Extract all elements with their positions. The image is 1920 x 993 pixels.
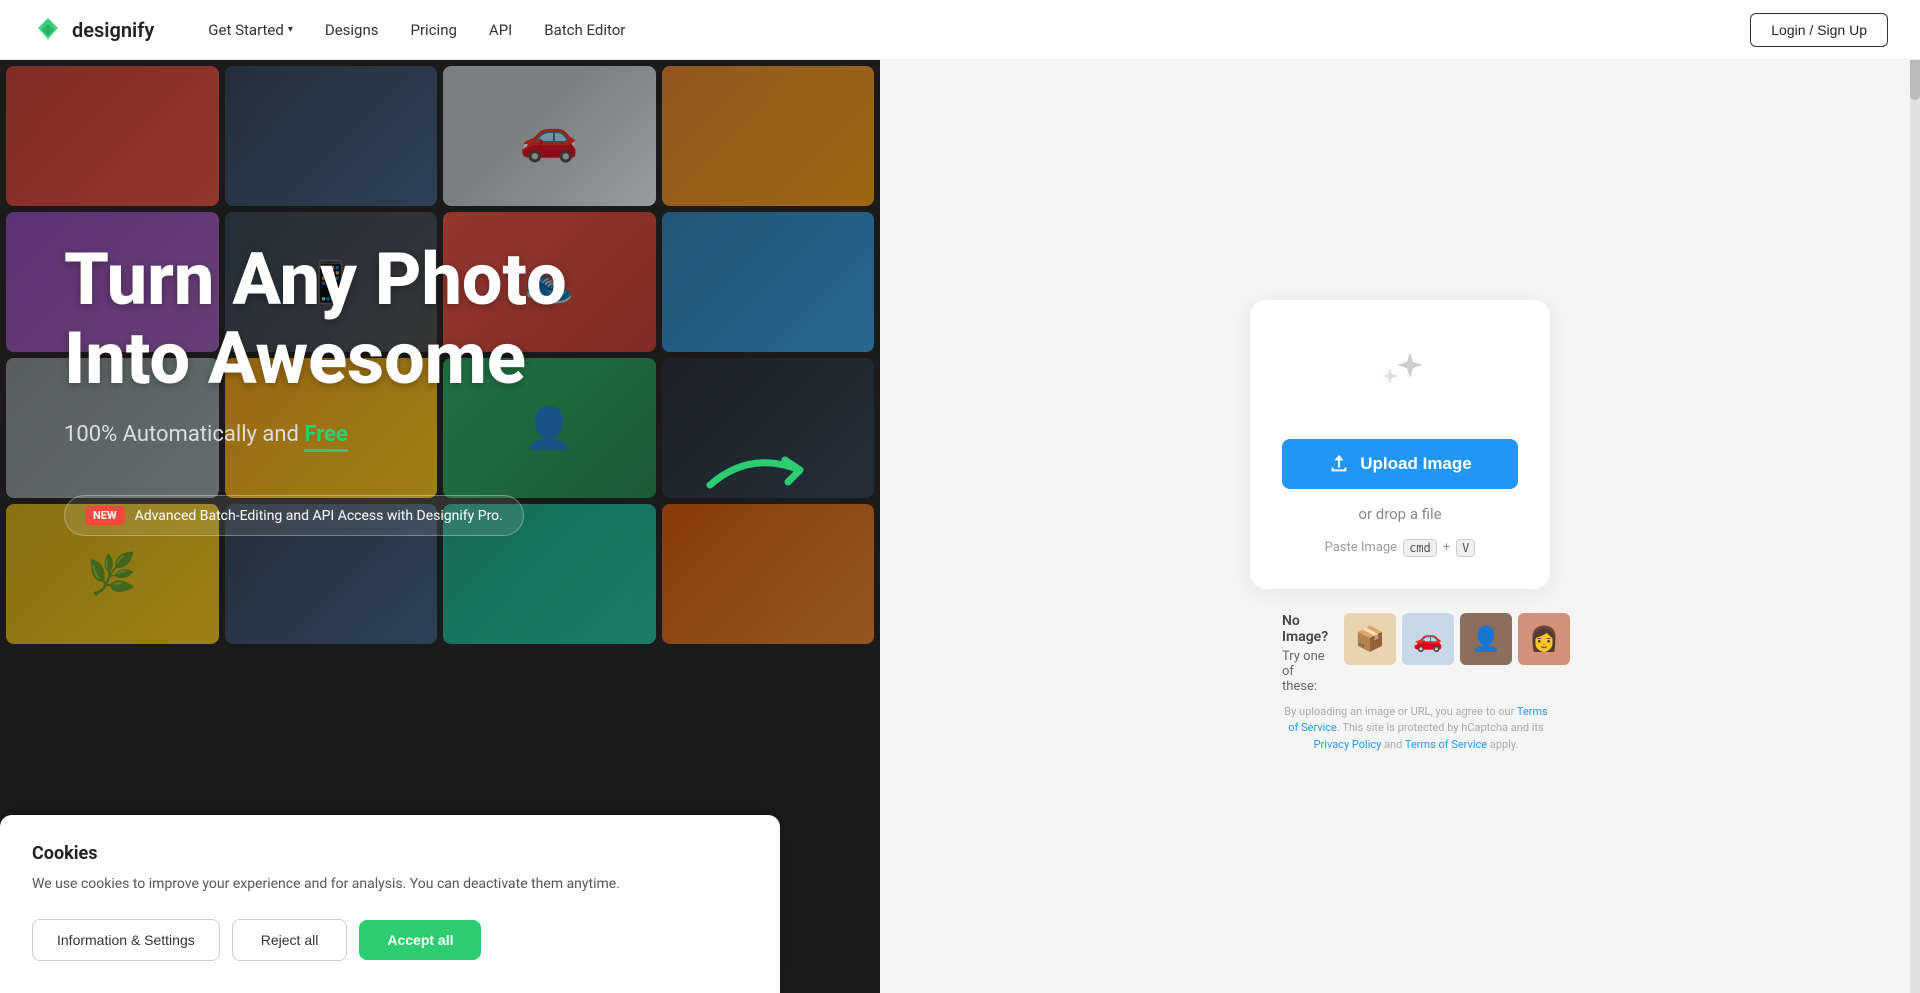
grid-cell	[662, 212, 875, 352]
cookie-description: We use cookies to improve your experienc…	[32, 874, 748, 895]
no-image-subtitle: Try one of these:	[1282, 649, 1328, 694]
upload-icon	[1328, 453, 1350, 475]
sample-images-section: No Image? Try one of these: 📦 🚗 👤 👩 By u…	[1250, 613, 1550, 754]
new-badge: NEW	[85, 506, 125, 525]
sample-thumb-4[interactable]: 👩	[1518, 613, 1570, 665]
grid-cell	[443, 66, 656, 206]
nav-batch-editor[interactable]: Batch Editor	[530, 13, 639, 47]
grid-cell	[662, 66, 875, 206]
nav-get-started[interactable]: Get Started ▾	[194, 13, 307, 47]
navbar: designify Get Started ▾ Designs Pricing …	[0, 0, 1920, 60]
cookie-accept-button[interactable]: Accept all	[359, 920, 481, 960]
sample-thumbs: 📦 🚗 👤 👩	[1344, 613, 1570, 665]
upload-btn-label: Upload Image	[1360, 454, 1471, 474]
nav-links: Get Started ▾ Designs Pricing API Batch …	[194, 13, 1750, 47]
nav-api[interactable]: API	[475, 13, 526, 47]
grid-cell	[6, 66, 219, 206]
hero-right-panel: Upload Image or drop a file Paste Image …	[880, 60, 1920, 993]
sample-thumb-1[interactable]: 📦	[1344, 613, 1396, 665]
grid-cell	[662, 504, 875, 644]
hero-title: Turn Any Photo Into Awesome	[64, 240, 567, 398]
paste-label: Paste Image	[1325, 540, 1397, 555]
sparkles-icon	[1360, 340, 1440, 419]
cookie-info-button[interactable]: Information & Settings	[32, 919, 220, 961]
tos-link-1[interactable]: Terms of Service	[1288, 705, 1547, 735]
green-arrow-icon	[700, 440, 820, 500]
privacy-link[interactable]: Privacy Policy	[1314, 738, 1382, 751]
cookie-banner: Cookies We use cookies to improve your e…	[0, 815, 780, 993]
upload-image-button[interactable]: Upload Image	[1282, 439, 1518, 489]
hero-badge: NEW Advanced Batch-Editing and API Acces…	[64, 495, 524, 536]
grid-cell	[225, 66, 438, 206]
hero-subtitle: 100% Automatically and Free	[64, 422, 567, 447]
sample-thumb-3[interactable]: 👤	[1460, 613, 1512, 665]
no-image-label: No Image?	[1282, 613, 1328, 645]
nav-pricing[interactable]: Pricing	[397, 13, 471, 47]
login-button[interactable]: Login / Sign Up	[1750, 13, 1888, 47]
chevron-down-icon: ▾	[288, 24, 293, 35]
tos-link-2[interactable]: Terms of Service	[1405, 738, 1487, 751]
cookie-buttons: Information & Settings Reject all Accept…	[32, 919, 748, 961]
tos-text: By uploading an image or URL, you agree …	[1282, 704, 1550, 754]
drop-text: or drop a file	[1358, 505, 1441, 523]
hero-text: Turn Any Photo Into Awesome 100% Automat…	[64, 240, 567, 536]
paste-row: Paste Image cmd + V	[1325, 539, 1476, 557]
nav-designs[interactable]: Designs	[311, 13, 393, 47]
scrollbar[interactable]	[1910, 0, 1920, 993]
logo[interactable]: designify	[32, 14, 154, 46]
paste-key-v: V	[1456, 539, 1475, 557]
cookie-title: Cookies	[32, 843, 748, 864]
badge-text: Advanced Batch-Editing and API Access wi…	[135, 508, 503, 524]
logo-text: designify	[72, 18, 154, 42]
logo-icon	[32, 14, 64, 46]
sample-thumb-2[interactable]: 🚗	[1402, 613, 1454, 665]
upload-panel: Upload Image or drop a file Paste Image …	[1250, 300, 1550, 589]
cookie-reject-button[interactable]: Reject all	[232, 919, 348, 961]
paste-key-cmd: cmd	[1403, 539, 1437, 557]
